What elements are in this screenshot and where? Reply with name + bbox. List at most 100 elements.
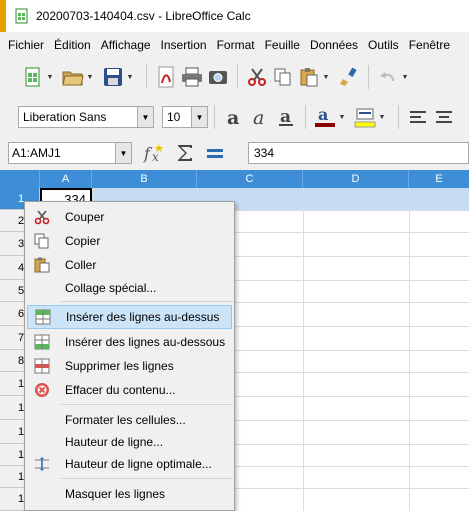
print-preview-button[interactable] xyxy=(205,64,231,90)
column-header-b[interactable]: B xyxy=(92,170,197,188)
paste-icon xyxy=(34,257,50,273)
menu-item-label: Hauteur de ligne... xyxy=(65,435,164,449)
save-dropdown-arrow[interactable]: ▼ xyxy=(126,64,134,90)
cut-button[interactable] xyxy=(244,64,270,90)
toolbar-separator xyxy=(146,65,147,89)
underline-button[interactable]: a xyxy=(273,104,299,130)
optimal-row-height-icon xyxy=(35,457,49,471)
menu-item-paste-special[interactable]: Collage spécial... xyxy=(27,276,232,300)
bold-button[interactable]: a xyxy=(221,104,247,130)
toolbar-separator xyxy=(368,65,369,89)
align-center-button[interactable] xyxy=(431,104,457,130)
chevron-down-icon[interactable]: ▼ xyxy=(137,107,153,127)
new-document-button[interactable] xyxy=(20,64,46,90)
formula-input-value: 334 xyxy=(254,146,275,160)
formatting-toolbar: Liberation Sans ▼ 10 ▼ a a a a ▼ ▼ xyxy=(0,100,469,134)
menu-item-label: Insérer des lignes au-dessus xyxy=(66,310,220,324)
column-header-c[interactable]: C xyxy=(197,170,303,188)
menu-item-insert-rows-below[interactable]: Insérer des lignes au-dessous xyxy=(27,330,232,354)
menu-item-paste[interactable]: Coller xyxy=(27,253,232,277)
formula-equals-icon[interactable] xyxy=(204,142,226,164)
font-size-combobox[interactable]: 10 ▼ xyxy=(162,106,208,128)
highlight-color-icon xyxy=(354,108,376,128)
name-box[interactable]: A1:AMJ1 ▼ xyxy=(8,142,132,164)
toolbar-separator xyxy=(398,105,399,129)
window-title: 20200703-140404.csv - LibreOffice Calc xyxy=(36,9,251,23)
clear-contents-icon xyxy=(35,383,49,397)
open-button[interactable] xyxy=(60,64,86,90)
underline-icon: a xyxy=(279,107,293,127)
window-edge xyxy=(0,0,6,32)
menu-outils[interactable]: Outils xyxy=(368,38,399,52)
paintbrush-icon xyxy=(340,67,357,86)
italic-icon: a xyxy=(253,107,264,127)
menu-fenetre[interactable]: Fenêtre xyxy=(409,38,450,52)
copy-icon xyxy=(34,233,49,249)
print-button[interactable] xyxy=(179,64,205,90)
function-wizard-icon[interactable]: fx xyxy=(142,142,166,164)
clone-formatting-button[interactable] xyxy=(336,64,362,90)
name-box-value: A1:AMJ1 xyxy=(12,146,61,160)
chevron-down-icon[interactable]: ▼ xyxy=(191,107,207,127)
formula-input[interactable]: 334 xyxy=(248,142,469,164)
column-header-a[interactable]: A xyxy=(40,170,92,188)
select-all-corner[interactable] xyxy=(0,170,40,188)
toolbar-separator xyxy=(305,105,306,129)
menu-item-row-height[interactable]: Hauteur de ligne... xyxy=(27,430,232,454)
menu-item-label: Collage spécial... xyxy=(65,281,157,295)
export-pdf-button[interactable] xyxy=(153,64,179,90)
menu-feuille[interactable]: Feuille xyxy=(265,38,300,52)
undo-button[interactable] xyxy=(375,64,401,90)
menu-affichage[interactable]: Affichage xyxy=(101,38,151,52)
bold-icon: a xyxy=(227,107,239,127)
insert-rows-above-icon xyxy=(35,309,51,325)
menu-fichier[interactable]: Fichier xyxy=(8,38,44,52)
menu-item-label: Effacer du contenu... xyxy=(65,383,176,397)
title-bar: 20200703-140404.csv - LibreOffice Calc xyxy=(0,0,469,32)
column-header-e[interactable]: E xyxy=(409,170,469,188)
pdf-icon xyxy=(158,66,174,88)
menu-item-clear-contents[interactable]: Effacer du contenu... xyxy=(27,378,232,402)
paste-button[interactable] xyxy=(296,64,322,90)
menu-insertion[interactable]: Insertion xyxy=(161,38,207,52)
undo-dropdown-arrow[interactable]: ▼ xyxy=(401,64,409,90)
highlight-color-button[interactable] xyxy=(352,104,378,130)
menu-divider xyxy=(61,478,233,479)
row-context-menu: Couper Copier Coller Collage spécial... … xyxy=(24,201,235,511)
menu-item-insert-rows-above[interactable]: Insérer des lignes au-dessus xyxy=(27,305,232,329)
highlight-dropdown-arrow[interactable]: ▼ xyxy=(378,104,386,130)
align-left-button[interactable] xyxy=(405,104,431,130)
italic-button[interactable]: a xyxy=(247,104,273,130)
column-header-d[interactable]: D xyxy=(303,170,409,188)
menu-format[interactable]: Format xyxy=(217,38,255,52)
new-dropdown-arrow[interactable]: ▼ xyxy=(46,64,54,90)
font-name-combobox[interactable]: Liberation Sans ▼ xyxy=(18,106,154,128)
menu-item-optimal-row-height[interactable]: Hauteur de ligne optimale... xyxy=(27,452,232,476)
chevron-down-icon[interactable]: ▼ xyxy=(115,143,131,163)
menu-item-label: Couper xyxy=(65,210,105,224)
open-dropdown-arrow[interactable]: ▼ xyxy=(86,64,94,90)
svg-text:x: x xyxy=(152,150,159,164)
insert-rows-below-icon xyxy=(34,334,50,350)
delete-rows-icon xyxy=(34,358,50,374)
sum-icon[interactable] xyxy=(174,142,196,164)
paste-dropdown-arrow[interactable]: ▼ xyxy=(322,64,330,90)
menu-item-copy[interactable]: Copier xyxy=(27,229,232,253)
font-color-button[interactable]: a xyxy=(312,104,338,130)
menu-item-cut[interactable]: Couper xyxy=(27,205,232,229)
standard-toolbar: ▼ ▼ ▼ ▼ ▼ xyxy=(0,58,469,96)
toolbar-separator xyxy=(214,105,215,129)
menu-donnees[interactable]: Données xyxy=(310,38,358,52)
menu-item-format-cells[interactable]: Formater les cellules... xyxy=(27,408,232,432)
scissors-icon xyxy=(34,210,50,225)
font-color-dropdown-arrow[interactable]: ▼ xyxy=(338,104,346,130)
menu-edition[interactable]: Édition xyxy=(54,38,91,52)
save-button[interactable] xyxy=(100,64,126,90)
scissors-icon xyxy=(248,68,266,86)
menu-bar: Fichier Édition Affichage Insertion Form… xyxy=(0,32,469,58)
paste-icon xyxy=(300,68,318,87)
menu-item-hide-rows[interactable]: Masquer les lignes xyxy=(27,482,232,506)
menu-item-delete-rows[interactable]: Supprimer les lignes xyxy=(27,354,232,378)
copy-button[interactable] xyxy=(270,64,296,90)
align-center-icon xyxy=(436,111,452,123)
